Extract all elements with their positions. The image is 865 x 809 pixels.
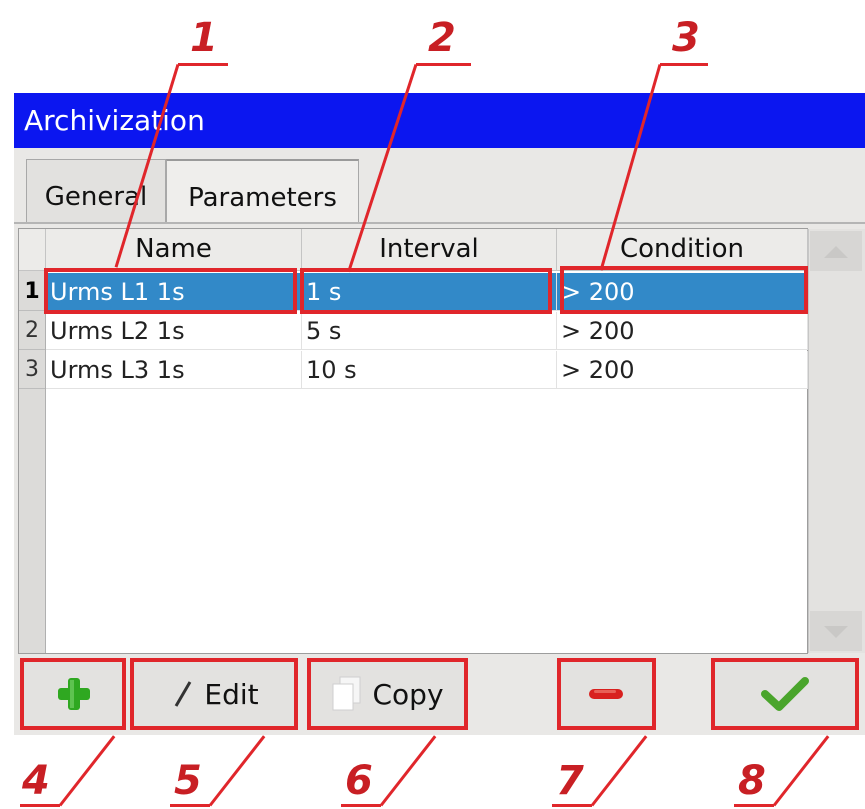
column-header-condition[interactable]: Condition <box>557 229 808 271</box>
callout-underline <box>20 804 60 807</box>
highlight-condition-cell <box>560 266 808 314</box>
window-title: Archivization <box>14 93 865 148</box>
highlight-remove-button <box>557 658 656 730</box>
callout-number: 7 <box>556 758 584 804</box>
tab-parameters[interactable]: Parameters <box>166 159 359 223</box>
table-cell-interval[interactable]: 10 s <box>302 351 557 389</box>
callout-underline <box>734 804 774 807</box>
chevron-up-icon <box>824 246 848 258</box>
callout-leader <box>772 735 830 807</box>
table-cell-condition[interactable]: > 200 <box>557 312 808 350</box>
row-number: 2 <box>19 312 45 350</box>
highlight-copy-button <box>307 658 468 730</box>
row-number: 1 <box>19 273 45 311</box>
highlight-name-cell <box>44 268 297 314</box>
tab-divider <box>14 222 865 224</box>
callout-underline <box>660 63 708 66</box>
table-cell-name[interactable]: Urms L2 1s <box>46 312 302 350</box>
callout-underline <box>170 804 210 807</box>
column-header-interval[interactable]: Interval <box>302 229 557 271</box>
column-header-name[interactable]: Name <box>46 229 302 271</box>
table-cell-condition[interactable]: > 200 <box>557 351 808 389</box>
callout-number: 5 <box>174 758 202 804</box>
callout-leader <box>379 735 437 807</box>
callout-underline <box>416 63 471 66</box>
callout-underline <box>178 63 228 66</box>
callout-number: 2 <box>428 15 456 61</box>
row-number: 3 <box>19 351 45 389</box>
highlight-add-button <box>20 658 126 730</box>
callout-underline <box>552 804 592 807</box>
callout-number: 4 <box>22 758 50 804</box>
callout-number: 8 <box>738 758 766 804</box>
callout-number: 3 <box>672 15 700 61</box>
scroll-up-button[interactable] <box>810 231 862 271</box>
highlight-edit-button <box>130 658 298 730</box>
callout-number: 1 <box>190 15 218 61</box>
callout-leader <box>590 735 648 807</box>
callout-leader <box>58 735 116 807</box>
highlight-ok-button <box>711 658 859 730</box>
chevron-down-icon <box>824 626 848 638</box>
table-cell-name[interactable]: Urms L3 1s <box>46 351 302 389</box>
callout-underline <box>341 804 381 807</box>
scroll-down-button[interactable] <box>810 611 862 651</box>
callout-leader <box>208 735 266 807</box>
corner-header <box>19 229 46 271</box>
highlight-interval-cell <box>300 268 552 314</box>
vertical-scrollbar[interactable] <box>808 229 865 653</box>
table-cell-interval[interactable]: 5 s <box>302 312 557 350</box>
callout-number: 6 <box>345 758 373 804</box>
